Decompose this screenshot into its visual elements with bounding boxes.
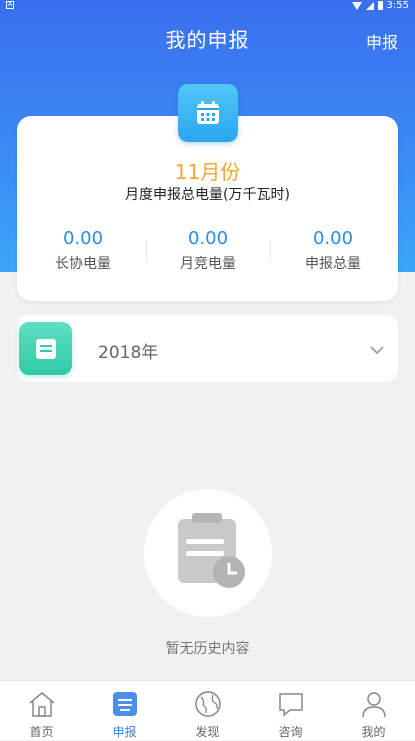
tab-home[interactable]: 首页 — [0, 681, 83, 741]
summary-subtitle: 月度申报总电量(万千瓦时) — [125, 187, 290, 203]
divider — [270, 240, 271, 262]
month-label: 11月份 — [174, 160, 241, 184]
divider — [146, 240, 147, 262]
stat-long-term: 0.00 长协电量 — [23, 228, 143, 273]
stat-total: 0.00 申报总量 — [273, 228, 393, 273]
document-icon — [19, 322, 72, 375]
wifi-icon — [351, 1, 362, 10]
stat-value: 0.00 — [62, 228, 104, 249]
declare-icon — [109, 688, 141, 720]
summary-card — [17, 116, 398, 301]
chevron-down-icon[interactable] — [369, 341, 385, 360]
tab-mine[interactable]: 我的 — [332, 681, 415, 741]
home-icon — [26, 688, 58, 720]
tab-discover[interactable]: 发现 — [166, 681, 249, 741]
declare-button[interactable]: 申报 — [366, 29, 398, 53]
user-icon — [358, 688, 390, 720]
stat-label: 月竞电量 — [180, 256, 236, 272]
stat-value: 0.00 — [187, 228, 229, 249]
status-time: 3:55 — [386, 0, 409, 11]
stat-label: 长协电量 — [55, 256, 111, 272]
calendar-icon — [178, 84, 238, 142]
bottom-tab-bar: 首页 申报 发现 咨询 我的 — [0, 680, 415, 740]
tab-label: 发现 — [195, 725, 220, 739]
battery-icon — [377, 1, 383, 10]
page-title: 我的申报 — [165, 28, 250, 52]
tab-consult[interactable]: 咨询 — [249, 681, 332, 741]
stat-monthly-bid: 0.00 月竞电量 — [148, 228, 268, 273]
year-selector[interactable] — [17, 315, 398, 382]
globe-icon — [192, 688, 224, 720]
notification-icon: A — [6, 1, 14, 9]
tab-label: 我的 — [361, 725, 386, 739]
empty-state-illustration — [144, 489, 272, 617]
tab-label: 咨询 — [278, 725, 303, 739]
stat-label: 申报总量 — [305, 256, 361, 272]
tab-declare[interactable]: 申报 — [83, 681, 166, 741]
year-value[interactable]: 2018年 — [98, 338, 158, 363]
chat-icon — [275, 688, 307, 720]
empty-state-text: 暂无历史内容 — [165, 641, 250, 657]
tab-label: 首页 — [29, 725, 54, 739]
tab-label: 申报 — [112, 725, 137, 739]
status-bar: A 3:55 — [0, 0, 415, 12]
signal-icon — [365, 1, 374, 10]
stat-value: 0.00 — [312, 228, 354, 249]
